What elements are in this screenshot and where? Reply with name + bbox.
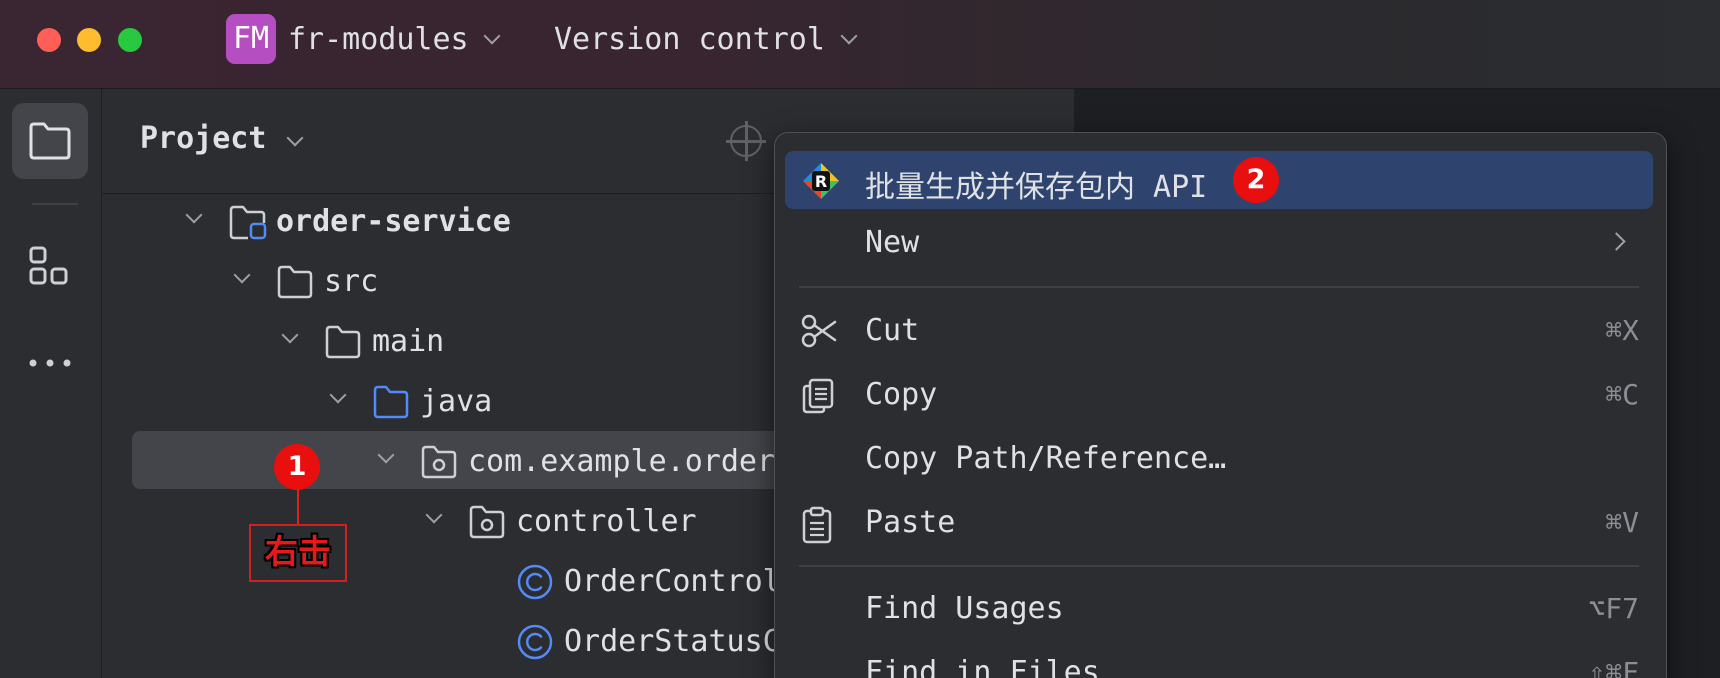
title-bar: FM fr-modules Version control [0, 0, 1720, 89]
close-window-button[interactable] [37, 28, 61, 52]
chevron-down-icon[interactable] [483, 27, 501, 45]
tree-item-label: java [420, 384, 493, 419]
menu-item-label: Find in Files [865, 655, 1100, 678]
package-icon [469, 505, 505, 539]
shortcut-label: ⌘X [1605, 314, 1639, 347]
callout-right-click: 右击 [249, 524, 347, 582]
zoom-window-button[interactable] [118, 28, 142, 52]
package-icon [421, 445, 457, 479]
tree-item-order-service[interactable]: order-service [180, 196, 780, 246]
scissors-icon [801, 314, 837, 348]
svg-text:R: R [815, 172, 827, 191]
step-badge-1: 1 [274, 444, 320, 490]
project-badge[interactable]: FM [226, 14, 276, 64]
menu-item-find-in-files[interactable]: Find in Files ⇧⌘F [785, 643, 1653, 678]
more-icon[interactable] [28, 357, 72, 369]
menu-item-label: Copy Path/Reference… [865, 441, 1227, 476]
menu-separator [799, 286, 1639, 288]
java-class-icon [517, 564, 553, 600]
shortcut-label: ⇧⌘F [1588, 656, 1639, 678]
chevron-right-icon [1607, 232, 1626, 251]
tree-item-label: src [324, 264, 379, 299]
tree-item-java[interactable]: java [324, 376, 774, 426]
menu-item-paste[interactable]: Paste ⌘V [785, 493, 1653, 551]
tree-item-label: OrderStatusC [564, 624, 781, 659]
tree-item-order-controller[interactable]: OrderControl [516, 556, 781, 606]
project-switcher[interactable]: fr-modules [288, 22, 469, 57]
shortcut-label: ⌥F7 [1588, 592, 1639, 625]
chevron-down-icon[interactable] [329, 386, 347, 404]
menu-item-label: Cut [865, 313, 920, 348]
chevron-down-icon[interactable] [840, 27, 858, 45]
tree-item-controller[interactable]: controller [420, 496, 774, 546]
minimize-window-button[interactable] [77, 28, 101, 52]
tree-item-com-example-order[interactable]: com.example.order [372, 436, 776, 486]
plugin-logo-icon: R [803, 163, 839, 199]
context-menu: R 批量生成并保存包内 API 2 New Cut ⌘X Copy ⌘C Cop… [774, 132, 1667, 678]
project-tool-button[interactable] [12, 103, 88, 179]
tree-item-src[interactable]: src [228, 256, 728, 306]
java-class-icon [517, 624, 553, 660]
shortcut-label: ⌘V [1605, 506, 1639, 539]
menu-item-label: Paste [865, 505, 956, 540]
menu-item-new[interactable]: New [785, 213, 1653, 271]
tree-item-order-status[interactable]: OrderStatusC [516, 616, 781, 666]
tree-item-label: controller [516, 504, 697, 539]
clipboard-icon [802, 506, 832, 544]
chevron-down-icon[interactable] [425, 506, 443, 524]
menu-item-cut[interactable]: Cut ⌘X [785, 301, 1653, 359]
structure-icon[interactable] [28, 245, 70, 287]
tree-item-label: com.example.order [468, 444, 776, 479]
chevron-down-icon[interactable] [281, 326, 299, 344]
tree-item-label: order-service [276, 204, 511, 239]
callout-line [297, 489, 299, 525]
menu-item-find-usages[interactable]: Find Usages ⌥F7 [785, 579, 1653, 637]
vcs-widget[interactable]: Version control [554, 22, 825, 57]
module-folder-icon [229, 205, 267, 240]
folder-icon [277, 265, 313, 299]
chevron-down-icon[interactable] [233, 266, 251, 284]
chevron-down-icon[interactable] [377, 446, 395, 464]
menu-item-label: Copy [865, 377, 938, 412]
menu-item-label: Find Usages [865, 591, 1064, 626]
panel-title[interactable]: Project [140, 121, 266, 156]
toolbar-separator [32, 203, 78, 205]
tree-item-label: OrderControl [564, 564, 781, 599]
folder-icon [29, 122, 71, 160]
shortcut-label: ⌘C [1605, 378, 1639, 411]
tree-item-label: main [372, 324, 445, 359]
locate-file-icon[interactable] [726, 121, 766, 161]
menu-item-copy[interactable]: Copy ⌘C [785, 365, 1653, 423]
menu-item-label: 批量生成并保存包内 API [865, 170, 1208, 205]
folder-icon [325, 325, 361, 359]
step-badge-2: 2 [1233, 157, 1279, 203]
menu-item-label: New [865, 225, 920, 260]
copy-icon [802, 378, 834, 414]
menu-item-generate-api[interactable]: R 批量生成并保存包内 API 2 [785, 151, 1653, 209]
chevron-down-icon[interactable] [286, 129, 304, 147]
menu-item-copy-path[interactable]: Copy Path/Reference… [785, 429, 1653, 487]
tree-item-main[interactable]: main [276, 316, 776, 366]
menu-separator [799, 565, 1639, 567]
tool-window-bar [0, 89, 102, 678]
source-folder-icon [373, 385, 409, 419]
chevron-down-icon[interactable] [185, 206, 203, 224]
ide-window: FM fr-modules Version control Project or… [0, 0, 1720, 678]
